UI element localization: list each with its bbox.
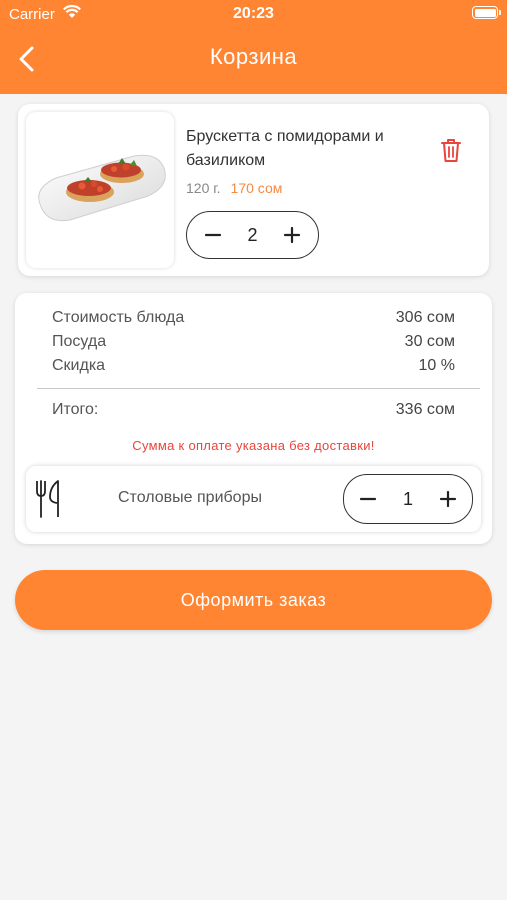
summary-row-discount: Скидка 10 % (52, 357, 455, 375)
clock: 20:23 (233, 5, 274, 22)
total-value: 336 сом (395, 401, 455, 418)
place-order-button[interactable]: Оформить заказ (15, 570, 492, 630)
increase-quantity-button[interactable] (272, 212, 312, 258)
decrease-cutlery-button[interactable] (348, 475, 388, 523)
battery-icon (472, 6, 501, 19)
cutlery-label: Столовые приборы (118, 489, 262, 506)
summary-label: Посуда (52, 333, 107, 350)
cutlery-icon (36, 480, 59, 518)
summary-row-tableware: Посуда 30 сом (52, 333, 455, 351)
summary-label: Скидка (52, 357, 106, 374)
plus-icon (283, 226, 301, 244)
summary-value: 10 % (418, 357, 455, 374)
item-quantity-stepper: 2 (186, 211, 319, 259)
order-summary-card: Стоимость блюда 306 сом Посуда 30 сом Ск… (15, 293, 492, 544)
item-quantity: 2 (247, 224, 258, 245)
cutlery-quantity-stepper: 1 (343, 474, 473, 524)
dish-image (26, 112, 174, 268)
increase-cutlery-button[interactable] (428, 475, 468, 523)
trash-icon (441, 139, 461, 162)
summary-row-dish-cost: Стоимость блюда 306 сом (52, 309, 455, 327)
decrease-quantity-button[interactable] (193, 212, 233, 258)
cutlery-card: Столовые приборы 1 (26, 466, 481, 532)
summary-divider (37, 388, 480, 389)
dish-weight: 120 г. (186, 180, 221, 196)
app-header: Carrier 20:23 Корзина (0, 0, 507, 94)
dish-meta: 120 г. 170 сом (186, 180, 282, 196)
total-label: Итого: (52, 401, 99, 418)
cutlery-quantity: 1 (402, 488, 413, 509)
minus-icon (204, 233, 222, 237)
page-title: Корзина (209, 44, 298, 69)
cart-item-card: Брускетта с помидорами и базиликом 120 г… (18, 104, 489, 276)
delete-item-button[interactable] (439, 137, 463, 163)
summary-row-total: Итого: 336 сом (52, 401, 455, 419)
summary-value: 30 сом (404, 333, 455, 350)
summary-value: 306 сом (395, 309, 455, 326)
dish-price: 170 сом (230, 180, 283, 196)
delivery-note: Сумма к оплате указана без доставки! (132, 438, 375, 453)
plus-icon (439, 490, 457, 508)
minus-icon (359, 497, 377, 501)
status-bar: Carrier 20:23 (0, 0, 507, 30)
dish-name: Брускетта с помидорами и базиликом (186, 128, 384, 169)
summary-label: Стоимость блюда (52, 309, 185, 326)
